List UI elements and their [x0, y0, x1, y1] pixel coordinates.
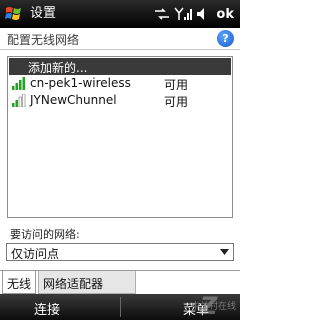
window-title: 设置: [30, 6, 57, 21]
windows-start-icon[interactable]: [4, 5, 24, 23]
dropdown-arrow-icon: [220, 249, 229, 255]
network-name: cn-pek1-wireless: [30, 76, 131, 90]
tab-network-adapters[interactable]: 网络适配器: [38, 271, 136, 294]
network-status: 可用: [164, 78, 189, 92]
access-network-label: 要访问的网络:: [10, 228, 80, 241]
page-header: 配置无线网络 ?: [0, 28, 240, 50]
softkey-divider: [120, 297, 121, 317]
list-item[interactable]: cn-pek1-wireless 可用: [8, 75, 232, 92]
access-network-select[interactable]: 仅访问点: [6, 243, 234, 261]
tab-wireless[interactable]: 无线: [2, 271, 36, 294]
network-status: 可用: [164, 95, 189, 109]
status-bar: 设置 ok: [0, 0, 240, 28]
list-item[interactable]: JYNewChunnel 可用: [8, 92, 232, 109]
add-new-network-item[interactable]: 添加新的...: [9, 58, 231, 75]
volume-icon[interactable]: [196, 7, 208, 21]
watermark-text: 中关村在线: [190, 302, 236, 312]
status-icons: ok: [154, 5, 234, 23]
page-title: 配置无线网络: [7, 33, 80, 47]
network-name: JYNewChunnel: [30, 93, 117, 107]
ok-button[interactable]: ok: [216, 7, 234, 22]
access-network-value: 仅访问点: [11, 247, 60, 261]
help-icon[interactable]: ?: [217, 30, 234, 47]
signal-bars-icon: [12, 77, 25, 90]
connect-softkey[interactable]: 连接: [34, 299, 60, 318]
network-list: 添加新的... cn-pek1-wireless 可用 JYNewChunnel…: [7, 56, 233, 218]
add-new-label: 添加新的...: [28, 61, 88, 75]
connectivity-icon[interactable]: [154, 7, 170, 21]
signal-bars-icon: [12, 94, 26, 107]
signal-strength-icon[interactable]: [174, 7, 193, 21]
